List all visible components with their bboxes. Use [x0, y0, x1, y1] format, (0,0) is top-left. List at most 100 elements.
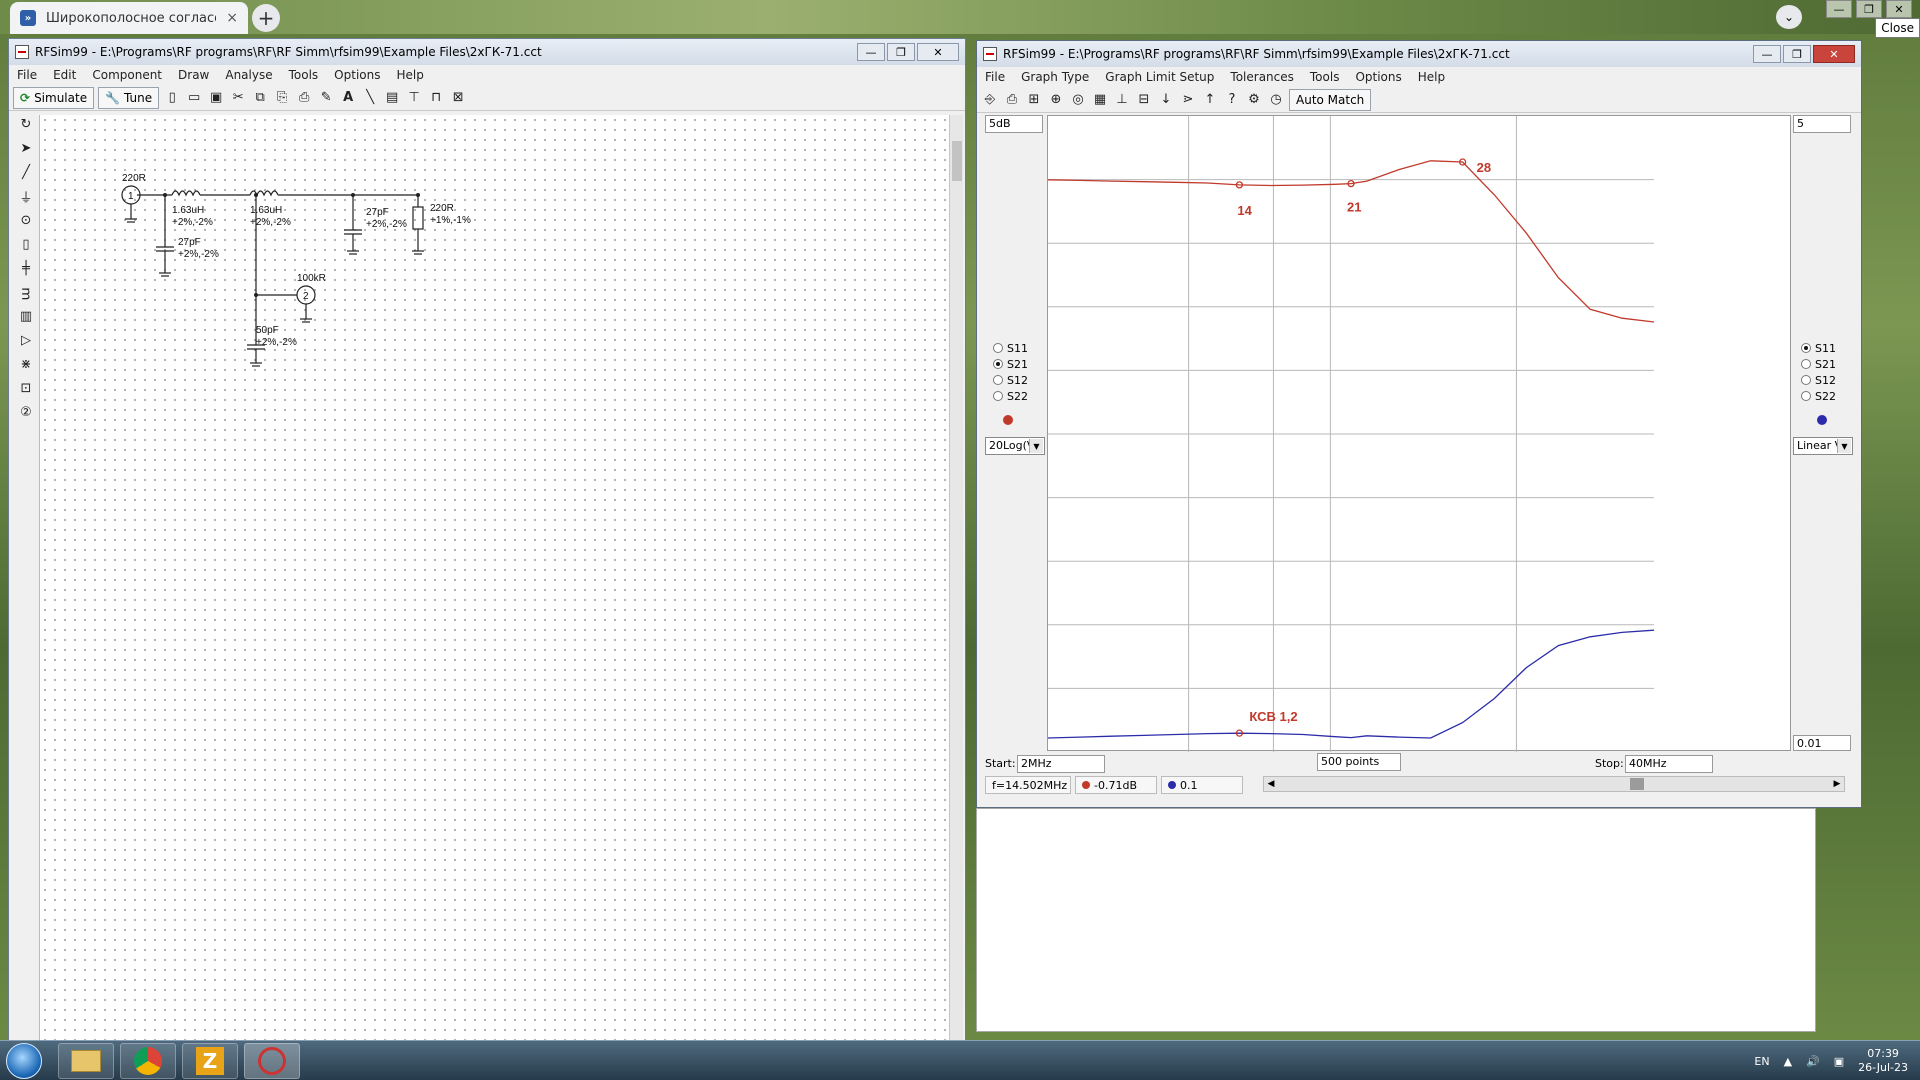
- graph-export-icon[interactable]: ⎆: [981, 91, 999, 109]
- graph-menu-graph-type[interactable]: Graph Type: [1021, 70, 1089, 84]
- open-file-icon[interactable]: ▭: [185, 89, 203, 107]
- port2-tool-icon[interactable]: ②: [17, 403, 35, 421]
- points-input[interactable]: 500 points: [1317, 753, 1401, 771]
- crystal-tool-icon[interactable]: ⋇: [17, 355, 35, 373]
- schematic-vertical-scrollbar[interactable]: [949, 115, 963, 1043]
- schematic-minimize-button[interactable]: —: [857, 43, 885, 61]
- right-scale-field[interactable]: 5: [1793, 115, 1851, 133]
- schematic-canvas[interactable]: 220R 1 1.63uH +2%,-2% 1.63uH +2%,-2% 27p…: [39, 115, 951, 1043]
- cut-icon[interactable]: ✂: [229, 89, 247, 107]
- rotate-tool-icon[interactable]: ↻: [17, 115, 35, 133]
- pen-icon[interactable]: ✎: [317, 89, 335, 107]
- menu-draw[interactable]: Draw: [178, 68, 209, 82]
- left-radio-s21[interactable]: S21: [993, 357, 1028, 371]
- browser-minimize-button[interactable]: —: [1826, 0, 1852, 18]
- right-scale-bottom-field[interactable]: 0.01: [1793, 735, 1851, 751]
- resistor-tool-icon[interactable]: ▯: [17, 235, 35, 253]
- graph-smith-chart-icon[interactable]: ⊕: [1047, 91, 1065, 109]
- graph-minimize-button[interactable]: —: [1753, 45, 1781, 63]
- language-indicator[interactable]: EN: [1754, 1055, 1769, 1068]
- filter-icon[interactable]: ⊓: [427, 89, 445, 107]
- graph-menu-options[interactable]: Options: [1355, 70, 1401, 84]
- network-icon[interactable]: ▣: [1834, 1055, 1844, 1068]
- graph-menu-file[interactable]: File: [985, 70, 1005, 84]
- calculator-icon[interactable]: ▤: [383, 89, 401, 107]
- plot-area[interactable]: 14 21 28 КСВ 1,2: [1047, 115, 1791, 752]
- left-radio-s12[interactable]: S12: [993, 373, 1028, 387]
- new-file-icon[interactable]: ▯: [163, 89, 181, 107]
- graph-up-arrow-icon[interactable]: ↑: [1201, 91, 1219, 109]
- schematic-close-button[interactable]: ✕: [917, 43, 959, 61]
- capacitor-tool-icon[interactable]: ╪: [17, 259, 35, 277]
- graph-query-icon[interactable]: ?: [1223, 91, 1241, 109]
- graph-down-arrow-icon[interactable]: ↓: [1157, 91, 1175, 109]
- start-frequency-input[interactable]: 2MHz: [1017, 755, 1105, 773]
- browser-tab[interactable]: » Широкополосное согласовани ×: [10, 2, 248, 34]
- port-tool-icon[interactable]: ⊙: [17, 211, 35, 229]
- inductor-tool-icon[interactable]: ᴟ: [17, 283, 35, 301]
- new-tab-button[interactable]: +: [252, 4, 280, 32]
- menu-options[interactable]: Options: [334, 68, 380, 82]
- graph-restore-button[interactable]: ❐: [1783, 45, 1811, 63]
- text-tool-icon[interactable]: A: [339, 89, 357, 107]
- menu-file[interactable]: File: [17, 68, 37, 82]
- scroll-thumb[interactable]: [1630, 778, 1644, 790]
- save-file-icon[interactable]: ▣: [207, 89, 225, 107]
- left-radio-s22[interactable]: S22: [993, 389, 1028, 403]
- simulate-button[interactable]: ⟳ Simulate: [13, 86, 95, 109]
- graph-rect-plot-icon[interactable]: ⊞: [1025, 91, 1043, 109]
- browser-restore-button[interactable]: ❐: [1856, 0, 1882, 18]
- graph-print-icon[interactable]: ⎙: [1003, 91, 1021, 109]
- browser-close-button[interactable]: ✕: [1886, 0, 1912, 18]
- volume-icon[interactable]: 🔊: [1806, 1055, 1820, 1068]
- menu-component[interactable]: Component: [92, 68, 162, 82]
- frequency-scrollbar[interactable]: ◀ ▶: [1263, 776, 1845, 792]
- transformer-tool-icon[interactable]: ▥: [17, 307, 35, 325]
- ground-tool-icon[interactable]: ⏚: [17, 187, 35, 206]
- antenna-icon[interactable]: ⊤: [405, 89, 423, 107]
- paste-icon[interactable]: ⎘: [273, 89, 291, 107]
- left-radio-s11[interactable]: S11: [993, 341, 1028, 355]
- start-button[interactable]: [6, 1043, 42, 1079]
- scroll-left-icon[interactable]: ◀: [1264, 777, 1278, 791]
- left-mode-select[interactable]: 20Log(V ▼: [985, 437, 1045, 455]
- menu-help[interactable]: Help: [396, 68, 423, 82]
- graph-menu-tools[interactable]: Tools: [1310, 70, 1340, 84]
- right-radio-s22[interactable]: S22: [1801, 389, 1836, 403]
- menu-tools[interactable]: Tools: [289, 68, 319, 82]
- wire-tool-icon[interactable]: ╱: [17, 163, 35, 181]
- graph-marker-icon[interactable]: ⋗: [1179, 91, 1197, 109]
- graph-smith-small-icon[interactable]: ◷: [1267, 91, 1285, 109]
- clock[interactable]: 07:39 26-Jul-23: [1858, 1047, 1908, 1075]
- line-tool-icon[interactable]: ╲: [361, 89, 379, 107]
- stop-frequency-input[interactable]: 40MHz: [1625, 755, 1713, 773]
- zoom-fit-icon[interactable]: ⊠: [449, 89, 467, 107]
- graph-menu-help[interactable]: Help: [1418, 70, 1445, 84]
- menu-analyse[interactable]: Analyse: [225, 68, 272, 82]
- right-radio-s11[interactable]: S11: [1801, 341, 1836, 355]
- taskbar-explorer[interactable]: [58, 1043, 114, 1079]
- taskbar-chrome[interactable]: [120, 1043, 176, 1079]
- tune-button[interactable]: 🔧 Tune: [98, 86, 160, 109]
- graph-limits-icon[interactable]: ⊥: [1113, 91, 1131, 109]
- graph-polar-icon[interactable]: ◎: [1069, 91, 1087, 109]
- port1-tool-icon[interactable]: ⊡: [17, 379, 35, 397]
- right-radio-s21[interactable]: S21: [1801, 357, 1836, 371]
- copy-icon[interactable]: ⧉: [251, 89, 269, 107]
- graph-menu-graph-limit-setup[interactable]: Graph Limit Setup: [1105, 70, 1214, 84]
- print-icon[interactable]: ⎙: [295, 89, 313, 107]
- taskbar-rfsim[interactable]: [244, 1043, 300, 1079]
- taskbar-filezilla[interactable]: Z: [182, 1043, 238, 1079]
- graph-scale-icon[interactable]: ⊟: [1135, 91, 1153, 109]
- auto-match-button[interactable]: Auto Match: [1289, 88, 1372, 111]
- graph-menu-tolerances[interactable]: Tolerances: [1230, 70, 1293, 84]
- menu-edit[interactable]: Edit: [53, 68, 76, 82]
- left-scale-field[interactable]: 5dB: [985, 115, 1043, 133]
- graph-table-icon[interactable]: ▦: [1091, 91, 1109, 109]
- right-mode-select[interactable]: Linear V ▼: [1793, 437, 1853, 455]
- right-radio-s12[interactable]: S12: [1801, 373, 1836, 387]
- scroll-right-icon[interactable]: ▶: [1830, 777, 1844, 791]
- graph-close-button[interactable]: ✕: [1813, 45, 1855, 63]
- select-pointer-icon[interactable]: ➤: [17, 139, 35, 157]
- tab-search-chevron-icon[interactable]: ⌄: [1776, 5, 1802, 29]
